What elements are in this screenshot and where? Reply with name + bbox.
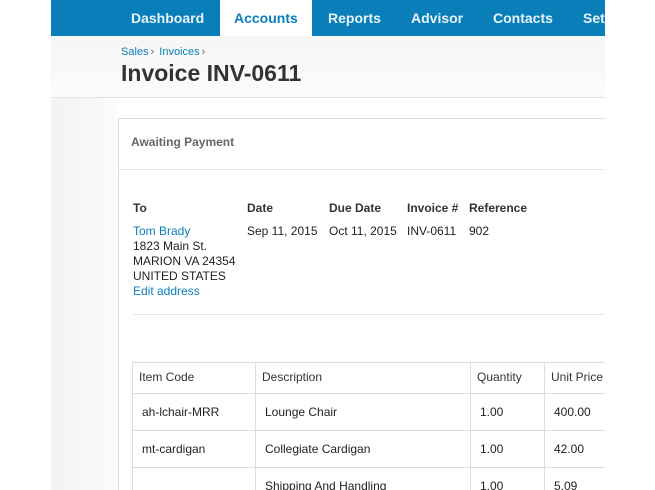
item-code-cell[interactable]: mt-cardigan xyxy=(132,431,255,467)
edit-address-link[interactable]: Edit address xyxy=(133,284,236,299)
nav-dashboard[interactable]: Dashboard xyxy=(131,0,204,36)
quantity-cell[interactable]: 1.00 xyxy=(470,394,544,430)
table-row[interactable]: Shipping And Handling 1.00 5.09 xyxy=(132,468,605,490)
table-header-row: Item Code Description Quantity Unit Pric… xyxy=(132,363,605,394)
divider xyxy=(119,169,605,170)
nav-contacts[interactable]: Contacts xyxy=(493,0,553,36)
address-line-1: 1823 Main St. xyxy=(133,239,208,253)
description-cell[interactable]: Collegiate Cardigan xyxy=(255,431,470,467)
invoice-page: Dashboard Accounts Reports Advisor Conta… xyxy=(51,0,605,490)
top-navigation: Dashboard Accounts Reports Advisor Conta… xyxy=(51,0,605,36)
item-code-cell[interactable] xyxy=(132,468,255,490)
quantity-cell[interactable]: 1.00 xyxy=(470,431,544,467)
invoice-card: Awaiting Payment To Tom Brady 1823 Main … xyxy=(118,118,605,490)
to-heading: To xyxy=(133,201,147,215)
column-header-description: Description xyxy=(255,363,470,393)
nav-settings[interactable]: Set xyxy=(583,0,605,36)
breadcrumb-sales[interactable]: Sales xyxy=(121,46,149,58)
breadcrumb-separator: › xyxy=(201,46,206,58)
unit-price-cell[interactable]: 42.00 xyxy=(544,431,605,467)
column-header-quantity: Quantity xyxy=(470,363,544,393)
unit-price-cell[interactable]: 400.00 xyxy=(544,394,605,430)
invoice-number-heading: Invoice # xyxy=(407,201,459,215)
column-header-unit-price: Unit Price xyxy=(544,363,605,393)
customer-name-link[interactable]: Tom Brady xyxy=(133,224,236,239)
breadcrumb: Sales › Invoices › xyxy=(121,46,207,58)
address-line-3: UNITED STATES xyxy=(133,269,226,283)
due-date-heading: Due Date xyxy=(329,201,382,215)
to-details: Tom Brady 1823 Main St. MARION VA 24354 … xyxy=(133,224,236,299)
item-code-cell[interactable]: ah-lchair-MRR xyxy=(132,394,255,430)
page-title: Invoice INV-0611 xyxy=(121,60,302,86)
status-label: Awaiting Payment xyxy=(131,135,235,149)
table-row[interactable]: mt-cardigan Collegiate Cardigan 1.00 42.… xyxy=(132,431,605,468)
invoice-number-value: INV-0611 xyxy=(407,224,457,238)
date-value: Sep 11, 2015 xyxy=(247,224,318,238)
date-heading: Date xyxy=(247,201,274,215)
nav-reports[interactable]: Reports xyxy=(328,0,381,36)
breadcrumb-separator: › xyxy=(150,46,155,58)
line-items-table: Item Code Description Quantity Unit Pric… xyxy=(132,362,605,490)
unit-price-cell[interactable]: 5.09 xyxy=(544,468,605,490)
breadcrumb-invoices[interactable]: Invoices xyxy=(159,46,199,58)
due-date-value: Oct 11, 2015 xyxy=(329,224,397,238)
reference-value: 902 xyxy=(469,224,490,238)
divider xyxy=(133,314,605,315)
page-header: Sales › Invoices › Invoice INV-0611 xyxy=(51,36,605,98)
address-line-2: MARION VA 24354 xyxy=(133,254,236,268)
table-row[interactable]: ah-lchair-MRR Lounge Chair 1.00 400.00 xyxy=(132,394,605,431)
nav-advisor[interactable]: Advisor xyxy=(411,0,463,36)
column-header-item-code: Item Code xyxy=(132,363,255,393)
description-cell[interactable]: Lounge Chair xyxy=(255,394,470,430)
description-cell[interactable]: Shipping And Handling xyxy=(255,468,470,490)
nav-accounts[interactable]: Accounts xyxy=(220,0,312,36)
reference-heading: Reference xyxy=(469,201,528,215)
quantity-cell[interactable]: 1.00 xyxy=(470,468,544,490)
